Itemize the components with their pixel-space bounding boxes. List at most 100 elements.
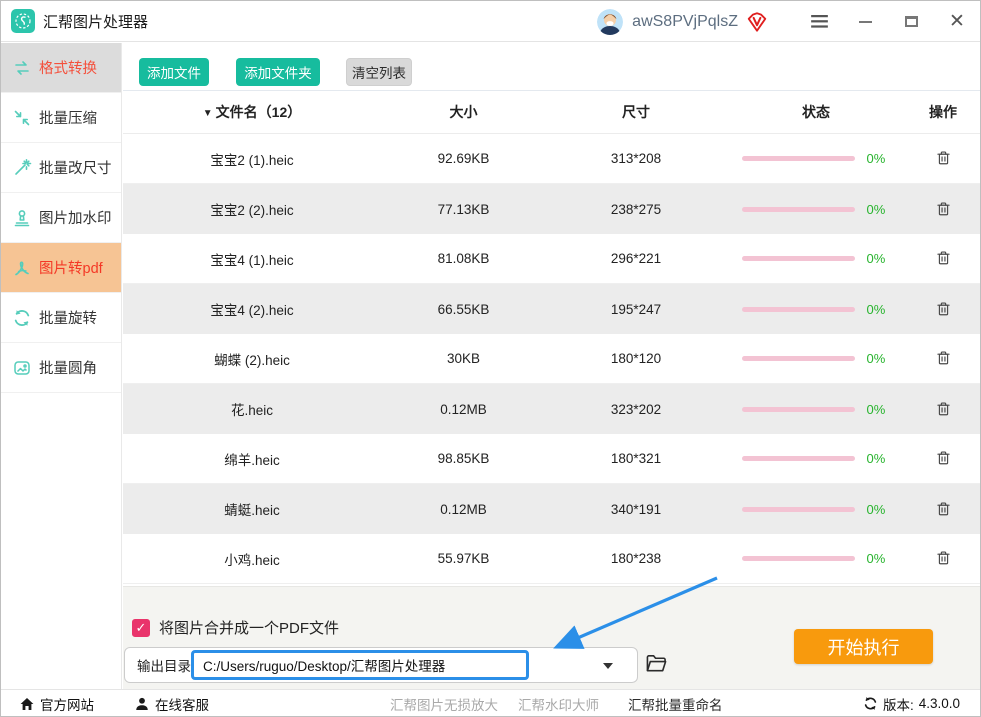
progress-bar [741, 256, 855, 261]
minimize-button[interactable] [842, 1, 888, 42]
refresh-icon [864, 697, 877, 710]
output-directory-label: 输出目录: [137, 659, 195, 674]
table-row: 花.heic 0.12MB 323*202 0% [123, 384, 980, 434]
file-status: 0% [726, 151, 906, 166]
footer-link-lossless[interactable]: 汇帮图片无损放大 [390, 690, 498, 716]
file-status: 0% [726, 351, 906, 366]
sidebar-item[interactable]: 批量圆角 [1, 343, 121, 393]
person-icon [136, 697, 148, 710]
sidebar-item[interactable]: 图片转pdf [1, 243, 121, 293]
file-size: 30KB [446, 351, 481, 366]
sidebar-item[interactable]: 批量压缩 [1, 93, 121, 143]
sidebar-item-label: 批量压缩 [39, 111, 97, 127]
file-dimension: 313*208 [610, 151, 662, 166]
app-logo-icon [11, 9, 35, 33]
file-actions [906, 198, 980, 221]
progress-bar [741, 156, 855, 161]
file-name: 宝宝2 (2).heic [210, 203, 294, 218]
sidebar-item[interactable]: 批量改尺寸 [1, 143, 121, 193]
sidebar-item[interactable]: 图片加水印 [1, 193, 121, 243]
sidebar-item-label: 图片加水印 [39, 211, 112, 227]
file-size: 0.12MB [440, 501, 487, 517]
hamburger-menu-icon[interactable] [796, 1, 842, 42]
file-name: 绵羊.heic [224, 452, 280, 468]
delete-file-button[interactable] [933, 498, 954, 520]
file-actions [906, 347, 980, 370]
sidebar: 格式转换 批量压缩 批量改尺寸 图片加水印 图片转pdf 批量旋转 批量圆角 [1, 43, 122, 689]
delete-file-button[interactable] [933, 447, 954, 469]
footer-link-watermark[interactable]: 汇帮水印大师 [518, 690, 599, 716]
delete-file-button[interactable] [933, 147, 954, 169]
sidebar-item[interactable]: 格式转换 [1, 43, 121, 93]
file-size: 66.55KB [437, 301, 490, 317]
file-size: 0.12MB [440, 401, 487, 417]
resize-icon [12, 158, 32, 178]
delete-file-button[interactable] [933, 547, 954, 569]
file-status: 0% [726, 402, 906, 417]
file-actions [906, 447, 980, 470]
file-size: 92.69KB [437, 151, 490, 166]
footer: 官方网站 在线客服 汇帮图片无损放大 汇帮水印大师 汇帮批量重命名 版本: 4.3… [1, 689, 980, 716]
file-dimension: 296*221 [610, 251, 662, 266]
file-actions [906, 247, 980, 270]
sidebar-item[interactable]: 批量旋转 [1, 293, 121, 343]
add-folder-button[interactable]: 添加文件夹 [236, 58, 320, 86]
table-row: 蜻蜓.heic 0.12MB 340*191 0% [123, 484, 980, 534]
username[interactable]: awS8PVjPqlsZ [632, 13, 738, 31]
round-corner-icon [12, 358, 32, 378]
file-name: 花.heic [230, 403, 274, 418]
file-name: 宝宝4 (2).heic [210, 303, 294, 318]
maximize-button[interactable] [888, 1, 934, 42]
footer-link-rename[interactable]: 汇帮批量重命名 [628, 690, 723, 716]
file-dimension: 238*275 [610, 201, 662, 217]
file-dimension: 340*191 [610, 501, 662, 517]
progress-percent: 0% [866, 301, 886, 317]
vip-badge-icon[interactable] [746, 11, 768, 33]
delete-file-button[interactable] [933, 247, 954, 269]
add-file-button[interactable]: 添加文件 [139, 58, 209, 86]
delete-file-button[interactable] [933, 347, 954, 369]
table-row: 宝宝4 (2).heic 66.55KB 195*247 0% [123, 284, 980, 334]
home-icon [20, 697, 34, 710]
dropdown-arrow-icon[interactable] [603, 663, 613, 669]
delete-file-button[interactable] [933, 398, 954, 420]
table-row: 宝宝2 (2).heic 77.13KB 238*275 0% [123, 184, 980, 234]
delete-file-button[interactable] [933, 198, 954, 220]
progress-percent: 0% [866, 551, 886, 566]
clear-list-button[interactable]: 清空列表 [346, 58, 412, 86]
sidebar-item-label: 格式转换 [39, 61, 97, 77]
file-actions [906, 547, 980, 570]
file-dimension: 323*202 [610, 401, 662, 417]
start-button[interactable]: 开始执行 [794, 629, 933, 664]
user-avatar[interactable] [597, 8, 624, 35]
output-path-input[interactable]: C:/Users/ruguo/Desktop/汇帮图片处理器 [191, 650, 529, 680]
header-action: 操作 [929, 104, 957, 120]
format-convert-icon [12, 58, 32, 78]
table-row: 宝宝4 (1).heic 81.08KB 296*221 0% [123, 234, 980, 284]
browse-folder-button[interactable] [645, 653, 668, 674]
sidebar-item-label: 批量改尺寸 [39, 161, 112, 177]
header-filename[interactable]: ▼ 文件名（12） [123, 102, 381, 122]
file-dimension: 180*238 [610, 551, 662, 566]
file-dimension: 180*120 [610, 351, 662, 366]
rotate-icon [12, 308, 32, 328]
close-button[interactable]: ✕ [934, 1, 980, 42]
bottom-panel: 将图片合并成一个PDF文件 输出目录: C:/Users/ruguo/Deskt… [123, 586, 980, 689]
delete-file-button[interactable] [933, 298, 954, 320]
file-actions [906, 398, 980, 421]
progress-bar [741, 356, 855, 361]
file-name: 宝宝2 (1).heic [210, 152, 294, 168]
progress-percent: 0% [866, 151, 886, 166]
titlebar: 汇帮图片处理器 awS8PVjPqlsZ ✕ [1, 1, 980, 42]
file-status: 0% [726, 202, 906, 217]
version-info[interactable]: 版本: 4.3.0.0 [863, 690, 960, 716]
official-site-link[interactable]: 官方网站 [19, 690, 94, 716]
file-status: 0% [726, 451, 906, 466]
progress-percent: 0% [866, 351, 886, 366]
compress-icon [12, 108, 32, 128]
online-service-link[interactable]: 在线客服 [134, 690, 209, 716]
table-row: 小鸡.heic 55.97KB 180*238 0% [123, 534, 980, 584]
sidebar-item-label: 批量圆角 [39, 361, 97, 377]
merge-pdf-checkbox[interactable] [132, 618, 150, 637]
progress-bar [741, 406, 855, 412]
